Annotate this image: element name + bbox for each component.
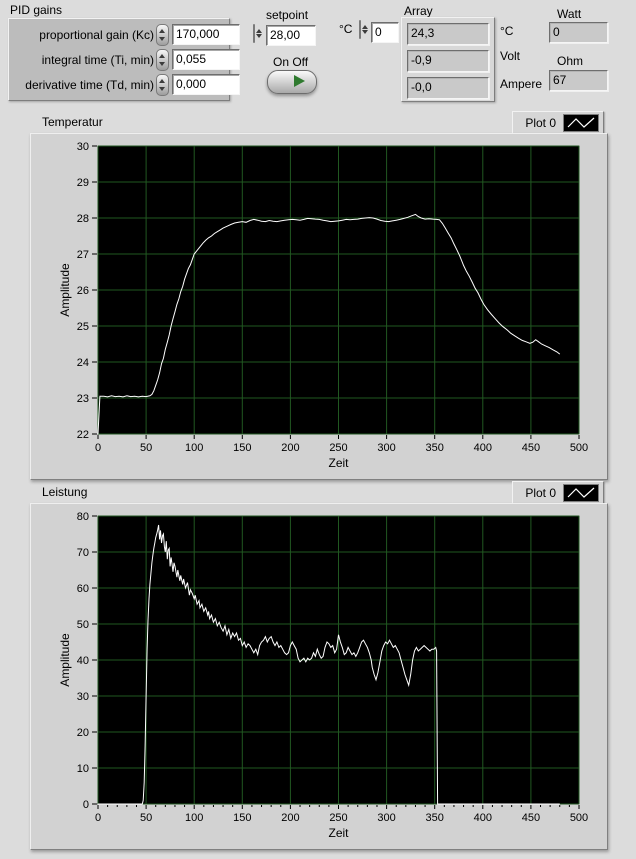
temperatur-plot: 0 50 100 150 200 250 300 350 400 450 500 22 23 24 25 26… — [30, 133, 608, 480]
unit-label-celsius: °C — [500, 24, 514, 38]
x-tick-label: 250 — [329, 812, 347, 824]
pid-row-ti: integral time (Ti, min) 0,055 — [14, 48, 240, 71]
y-tick-label: 25 — [77, 321, 89, 333]
array-element-0: 24,3 — [407, 23, 489, 45]
x-tick-label: 300 — [377, 812, 395, 824]
x-tick-label: 500 — [570, 442, 588, 454]
leistung-chart-title: Leistung — [42, 485, 88, 499]
y-tick-label: 50 — [77, 619, 89, 631]
x-tick-label: 400 — [474, 442, 492, 454]
legend-swatch-icon — [563, 114, 599, 132]
temperatur-chart-title: Temperatur — [42, 115, 103, 129]
pid-group-label: PID gains — [10, 3, 63, 17]
y-tick-label: 20 — [77, 727, 89, 739]
y-tick-label: 23 — [77, 393, 89, 405]
legend-label: Plot 0 — [525, 116, 556, 130]
onoff-button[interactable] — [267, 70, 317, 94]
array-element-1: -0,9 — [407, 50, 489, 72]
pid-kc-label: proportional gain (Kc) — [39, 27, 154, 42]
x-tick-label: 350 — [426, 442, 444, 454]
x-tick-label: 100 — [185, 812, 203, 824]
setpoint-input[interactable]: 28,00 — [266, 25, 316, 46]
x-tick-label: 450 — [522, 442, 540, 454]
y-axis-label: Amplitude — [58, 633, 72, 687]
watt-indicator: 0 — [549, 22, 608, 43]
labview-front-panel: PID gains proportional gain (Kc) 170,000… — [0, 0, 636, 859]
legend-label: Plot 0 — [525, 486, 556, 500]
leistung-plot-legend[interactable]: Plot 0 — [512, 481, 604, 505]
x-tick-label: 50 — [140, 442, 152, 454]
x-tick-label: 450 — [522, 812, 540, 824]
x-tick-label: 0 — [95, 442, 101, 454]
pid-ti-label: integral time (Ti, min) — [41, 52, 154, 67]
leistung-plot: 0 50 100 150 200 250 300 350 400 450 500 0 10 20 30 40 5… — [30, 503, 608, 850]
y-tick-label: 30 — [77, 691, 89, 703]
pid-kc-spinner[interactable] — [156, 23, 169, 46]
x-tick-label: 150 — [233, 812, 251, 824]
y-tick-label: 22 — [77, 429, 89, 441]
y-tick-label: 30 — [77, 141, 89, 153]
setpoint-spinner[interactable] — [253, 24, 255, 43]
pid-kc-input[interactable]: 170,000 — [172, 24, 240, 45]
x-axis-label: Zeit — [328, 826, 349, 840]
x-tick-label: 200 — [281, 442, 299, 454]
y-tick-label: 26 — [77, 285, 89, 297]
pid-td-input[interactable]: 0,000 — [172, 74, 240, 95]
x-axis-label: Zeit — [328, 456, 349, 470]
ohm-label: Ohm — [557, 54, 584, 68]
unit-label-volt: Volt — [500, 49, 521, 63]
watt-label: Watt — [557, 7, 582, 21]
temperatur-plot-legend[interactable]: Plot 0 — [512, 111, 604, 135]
pid-td-spinner[interactable] — [156, 73, 169, 96]
y-tick-label: 29 — [77, 177, 89, 189]
x-tick-label: 150 — [233, 442, 251, 454]
y-tick-label: 80 — [77, 511, 89, 523]
temperatur-chart: Temperatur Plot 0 0 50 100 150 200 250 300 350 4… — [30, 111, 608, 480]
x-tick-label: 250 — [329, 442, 347, 454]
pid-ti-spinner[interactable] — [156, 48, 169, 71]
y-tick-label: 28 — [77, 213, 89, 225]
array-container: 24,3 -0,9 -0,0 — [401, 17, 495, 102]
x-tick-label: 200 — [281, 812, 299, 824]
array-label: Array — [404, 4, 433, 18]
onoff-label: On Off — [273, 55, 309, 69]
x-tick-label: 350 — [426, 812, 444, 824]
pid-row-td: derivative time (Td, min) 0,000 — [14, 73, 240, 96]
y-tick-label: 0 — [83, 799, 89, 811]
y-tick-label: 10 — [77, 763, 89, 775]
pid-group: proportional gain (Kc) 170,000 integral … — [8, 18, 240, 101]
y-tick-label: 24 — [77, 357, 89, 369]
setpoint-label: setpoint — [266, 8, 309, 22]
y-tick-label: 60 — [77, 583, 89, 595]
y-tick-label: 70 — [77, 547, 89, 559]
pid-row-kc: proportional gain (Kc) 170,000 — [14, 23, 240, 46]
ohm-indicator: 67 — [549, 70, 608, 91]
celsius-input[interactable]: 0 — [371, 22, 399, 43]
x-tick-label: 300 — [377, 442, 395, 454]
array-element-2: -0,0 — [407, 77, 489, 99]
x-tick-label: 400 — [474, 812, 492, 824]
legend-swatch-icon — [563, 484, 599, 502]
play-arrow-icon — [294, 75, 305, 87]
x-tick-label: 50 — [140, 812, 152, 824]
leistung-chart: Leistung Plot 0 0 50 100 150 200 250 300 350 400… — [30, 481, 608, 850]
y-tick-label: 40 — [77, 655, 89, 667]
pid-ti-input[interactable]: 0,055 — [172, 49, 240, 70]
x-tick-label: 500 — [570, 812, 588, 824]
pid-td-label: derivative time (Td, min) — [25, 77, 154, 92]
unit-label-ampere: Ampere — [500, 77, 543, 91]
x-tick-label: 0 — [95, 812, 101, 824]
y-tick-label: 27 — [77, 249, 89, 261]
celsius-spinner[interactable] — [359, 20, 361, 39]
celsius-control-label: °C — [339, 22, 353, 36]
y-axis-label: Amplitude — [58, 263, 72, 317]
x-tick-label: 100 — [185, 442, 203, 454]
